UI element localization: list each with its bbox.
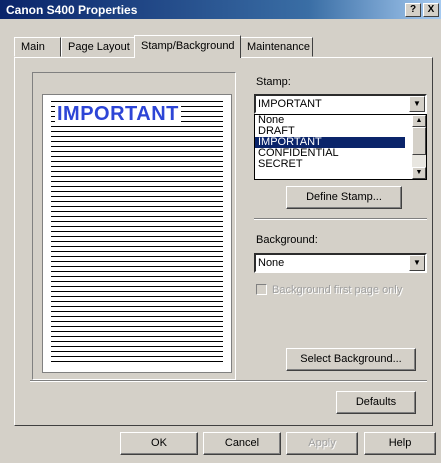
- scroll-thumb[interactable]: [412, 127, 426, 155]
- ok-button[interactable]: OK: [120, 432, 198, 455]
- title-bar: Canon S400 Properties ? X: [0, 0, 441, 19]
- background-label: Background:: [256, 234, 318, 246]
- stamp-select-value: IMPORTANT: [258, 98, 322, 110]
- background-select-value: None: [258, 257, 285, 269]
- background-first-page-checkbox[interactable]: [256, 284, 267, 295]
- tab-main[interactable]: Main: [14, 37, 61, 57]
- scroll-down-icon[interactable]: ▼: [412, 167, 426, 179]
- tab-stamp-background[interactable]: Stamp/Background: [134, 35, 241, 58]
- define-stamp-button[interactable]: Define Stamp...: [286, 186, 402, 209]
- page-text-lines: [51, 101, 223, 366]
- tab-page-layout[interactable]: Page Layout: [61, 37, 136, 57]
- page-preview: [42, 94, 232, 373]
- apply-button[interactable]: Apply: [286, 432, 358, 455]
- chevron-down-icon[interactable]: ▼: [409, 255, 425, 271]
- stamp-select[interactable]: IMPORTANT ▼: [254, 94, 427, 114]
- stamp-preview-text: IMPORTANT: [55, 103, 181, 126]
- properties-dialog: Canon S400 Properties ? X Main Page Layo…: [0, 0, 441, 463]
- divider: [30, 380, 427, 382]
- window-title: Canon S400 Properties: [6, 3, 138, 17]
- stamp-dropdown-list[interactable]: None DRAFT IMPORTANT CONFIDENTIAL SECRET…: [254, 114, 427, 180]
- background-select[interactable]: None ▼: [254, 253, 427, 273]
- help-icon[interactable]: ?: [405, 3, 421, 17]
- select-background-button[interactable]: Select Background...: [286, 348, 416, 371]
- scroll-up-icon[interactable]: ▲: [412, 115, 426, 127]
- cancel-button[interactable]: Cancel: [203, 432, 281, 455]
- close-icon[interactable]: X: [423, 3, 439, 17]
- dropdown-scrollbar[interactable]: ▲ ▼: [412, 115, 426, 179]
- chevron-down-icon[interactable]: ▼: [409, 96, 425, 112]
- stamp-label: Stamp:: [256, 76, 291, 88]
- defaults-button[interactable]: Defaults: [336, 391, 416, 414]
- divider: [254, 218, 427, 220]
- help-button[interactable]: Help: [364, 432, 436, 455]
- list-item[interactable]: SECRET: [255, 159, 426, 170]
- background-first-page-label: Background first page only: [272, 284, 403, 296]
- tab-maintenance[interactable]: Maintenance: [240, 37, 313, 57]
